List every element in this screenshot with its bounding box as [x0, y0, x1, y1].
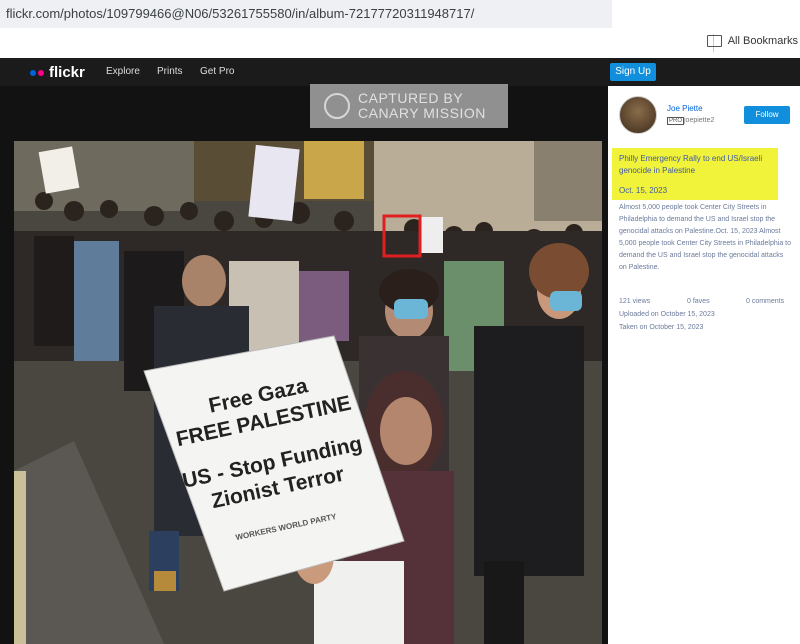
- all-bookmarks-button[interactable]: All Bookmarks: [706, 35, 798, 47]
- user-name-link[interactable]: Joe Piette: [667, 104, 703, 113]
- canary-mission-watermark: CAPTURED BY CANARY MISSION: [310, 84, 508, 128]
- photo-scene: Free Gaza FREE PALESTINE US - Stop Fundi…: [14, 141, 602, 644]
- nav-prints[interactable]: Prints: [157, 66, 183, 77]
- user-handle-link[interactable]: joepiette2: [684, 117, 714, 124]
- comments-count: 0 comments: [746, 298, 785, 305]
- follow-button[interactable]: Follow: [744, 106, 790, 124]
- nav-explore[interactable]: Explore: [106, 66, 140, 77]
- watermark-line-1: CAPTURED BY: [358, 90, 464, 106]
- logo-pink-dot-icon: [38, 69, 44, 76]
- flickr-navbar: flickr Explore Prints Get Pro: [0, 58, 800, 86]
- uploaded-date: Uploaded on October 15, 2023: [619, 311, 715, 318]
- logo-text: flickr: [49, 64, 85, 81]
- photo-date: Oct. 15, 2023: [619, 186, 668, 195]
- folder-icon: [706, 35, 722, 47]
- logo-blue-dot-icon: [30, 69, 36, 76]
- flickr-logo[interactable]: flickr: [30, 64, 85, 81]
- watermark-line-2: CANARY MISSION: [358, 105, 486, 121]
- faves-count: 0 faves: [687, 298, 710, 305]
- canary-seal-icon: [324, 93, 350, 119]
- all-bookmarks-label: All Bookmarks: [727, 35, 798, 47]
- browser-address-bar[interactable]: flickr.com/photos/109799466@N06/53261755…: [0, 0, 800, 30]
- nav-get-pro[interactable]: Get Pro: [200, 66, 234, 77]
- url-text[interactable]: flickr.com/photos/109799466@N06/53261755…: [6, 6, 474, 21]
- photo-description: Almost 5,000 people took Center City Str…: [619, 204, 791, 271]
- photo-image[interactable]: Free Gaza FREE PALESTINE US - Stop Fundi…: [14, 141, 602, 644]
- taken-date: Taken on October 15, 2023: [619, 324, 704, 331]
- avatar[interactable]: [619, 96, 657, 134]
- sign-up-button[interactable]: Sign Up: [610, 63, 656, 81]
- bookmarks-bar: All Bookmarks: [0, 30, 800, 56]
- pro-badge: PRO: [667, 117, 685, 125]
- views-count: 121 views: [619, 298, 651, 305]
- photo-title: Philly Emergency Rally to end US/Israeli…: [619, 154, 763, 175]
